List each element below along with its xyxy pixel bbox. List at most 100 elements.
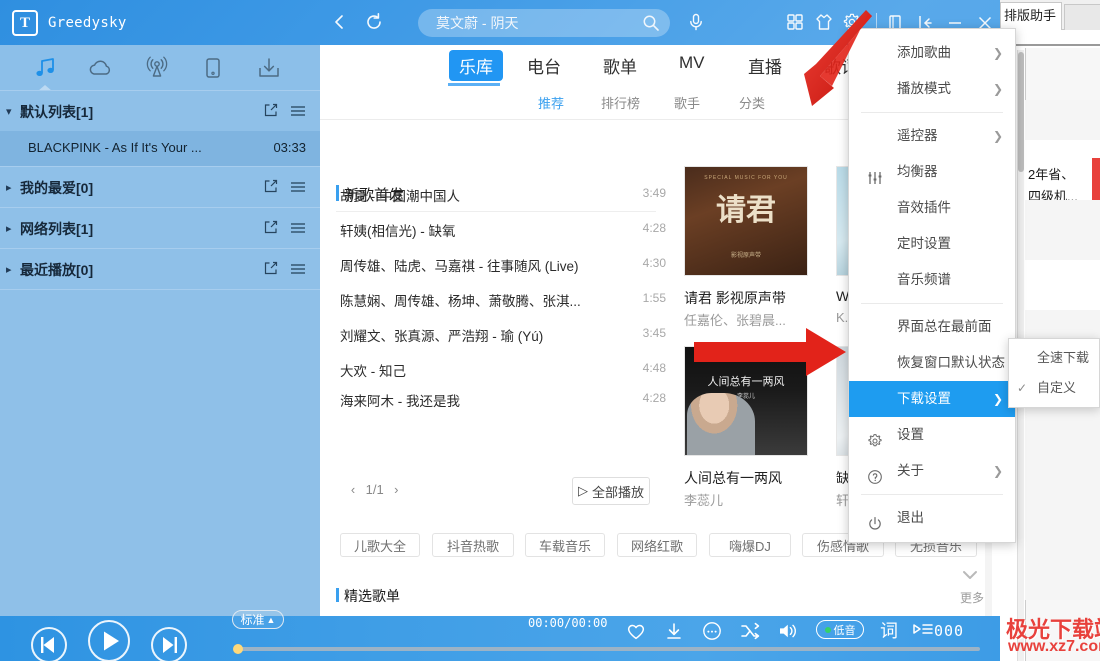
download-icon[interactable] [663,620,685,647]
download-tray-icon[interactable] [254,53,284,83]
menu-item-always-on-top[interactable]: 界面总在最前面 [849,309,1015,345]
tag-button[interactable]: 嗨爆DJ [709,533,791,557]
tab-live[interactable]: 直播 [748,53,782,78]
open-external-icon[interactable] [264,261,278,275]
previous-track-icon[interactable] [31,627,67,661]
sidebar-item-favorites[interactable]: ▸ 我的最爱[0] [0,167,320,207]
radio-signal-icon[interactable] [142,53,172,83]
sidebar-item-default-list[interactable]: ▾ 默认列表[1] [0,91,320,131]
menu-item-label: 音乐频谱 [897,272,951,287]
menu-separator [861,112,1003,113]
menu-item-spectrum[interactable]: 音乐频谱 [849,262,1015,298]
menu-item-equalizer[interactable]: 均衡器 [849,154,1015,190]
menu-item-timer-settings[interactable]: 定时设置 [849,226,1015,262]
tab-radio[interactable]: 电台 [527,53,561,78]
status-dot [824,626,831,633]
volume-icon[interactable] [777,620,799,647]
menu-item-about[interactable]: 关于 ❯ [849,453,1015,489]
playlist-song-row[interactable]: BLACKPINK - As If It's Your ... 03:33 [0,131,320,166]
background-tab[interactable]: 排版助手 [1000,2,1062,30]
tag-button[interactable]: 儿歌大全 [340,533,420,557]
song-list-item[interactable]: 轩姨(相信光) - 缺氧 4:28 [340,211,670,246]
background-scrollbar-thumb[interactable] [1018,52,1024,172]
sidebar-item-network-list[interactable]: ▸ 网络列表[1] [0,208,320,248]
open-external-icon[interactable] [264,220,278,234]
music-note-icon[interactable] [30,53,60,83]
section-accent-bar [336,588,339,602]
menu-item-remote-control[interactable]: 遥控器 ❯ [849,118,1015,154]
cloud-icon[interactable] [86,53,116,83]
chevron-right-icon[interactable]: ▸ [6,181,12,194]
chevron-right-icon[interactable]: ▸ [6,222,12,235]
lyrics-button[interactable]: 词 [880,620,898,642]
submenu-item-full-speed[interactable]: 全速下载 [1009,343,1099,373]
playlist-icon[interactable] [912,620,934,647]
menu-item-play-mode[interactable]: 播放模式 ❯ [849,71,1015,107]
skin-shirt-icon[interactable] [814,12,834,37]
menu-item-label: 遥控器 [897,128,938,143]
song-duration: 4:28 [642,391,666,405]
chevron-down-icon[interactable]: ▾ [6,105,12,118]
app-logo: T [12,10,38,36]
heart-icon[interactable] [625,620,647,647]
page-next-icon[interactable]: › [387,482,405,497]
chevron-right-icon[interactable]: ▸ [6,263,12,276]
search-icon[interactable] [642,14,660,32]
hamburger-menu-icon[interactable] [290,180,306,192]
song-title: 胡夏 - 中国潮中国人 [340,189,460,204]
more-circle-icon[interactable] [701,620,723,647]
seek-handle[interactable] [233,644,243,654]
tab-playlist[interactable]: 歌单 [603,53,637,78]
song-list-item[interactable]: 周传雄、陆虎、马嘉祺 - 往事随风 (Live) 4:30 [340,246,670,281]
tab-mv[interactable]: MV [679,53,705,73]
microphone-icon[interactable] [686,12,706,37]
subtab-category[interactable]: 分类 [739,93,765,112]
play-icon[interactable] [88,620,130,661]
sidebar-item-recent-played[interactable]: ▸ 最近播放[0] [0,249,320,289]
featured-more-link[interactable]: 更多 [960,589,984,606]
grid-apps-icon[interactable] [786,13,804,36]
chevron-down-icon[interactable] [962,568,978,585]
open-external-icon[interactable] [264,103,278,117]
song-list-item[interactable]: 胡夏 - 中国潮中国人 3:49 [340,176,670,211]
search-input[interactable] [436,9,626,37]
refresh-icon[interactable] [364,12,384,37]
play-all-button[interactable]: ▷ 全部播放 [572,477,650,505]
shuffle-icon[interactable] [739,620,761,647]
next-track-icon[interactable] [151,627,187,661]
hamburger-menu-icon[interactable] [290,221,306,233]
subtab-singer[interactable]: 歌手 [674,93,700,112]
gear-icon [867,427,883,447]
tag-button[interactable]: 网络红歌 [617,533,697,557]
search-box[interactable] [418,9,670,37]
tag-button[interactable]: 抖音热歌 [432,533,514,557]
menu-item-sound-plugin[interactable]: 音效插件 [849,190,1015,226]
device-icon[interactable] [198,53,228,83]
open-external-icon[interactable] [264,179,278,193]
menu-item-label: 界面总在最前面 [897,319,992,334]
hamburger-menu-icon[interactable] [290,104,306,116]
quality-selector[interactable]: 标准 ▲ [232,610,284,629]
menu-item-settings[interactable]: 设置 [849,417,1015,453]
page-prev-icon[interactable]: ‹ [344,482,362,497]
background-tab-empty[interactable] [1064,4,1100,30]
song-list-item[interactable]: 海来阿木 - 我还是我 4:28 [340,381,670,416]
menu-item-download-settings[interactable]: 下载设置 ❯ [849,381,1015,417]
menu-item-add-song[interactable]: 添加歌曲 ❯ [849,35,1015,71]
tab-lyrics[interactable]: 歌词 [824,53,848,78]
menu-item-restore-window[interactable]: 恢复窗口默认状态 [849,345,1015,381]
subtab-chart[interactable]: 排行榜 [601,93,640,112]
tag-button[interactable]: 车载音乐 [525,533,605,557]
submenu-item-custom[interactable]: ✓ 自定义 [1009,373,1099,403]
subtab-recommend[interactable]: 推荐 [538,93,564,112]
menu-item-label: 音效插件 [897,200,951,215]
chevron-left-icon[interactable] [330,12,350,37]
low-sound-label: 低音 [833,624,856,637]
song-list-item[interactable]: 刘耀文、张真源、严浩翔 - 瑜 (Yú) 3:45 [340,316,670,351]
low-sound-toggle[interactable]: 低音 [816,620,864,639]
song-list-item[interactable]: 陈慧娴、周传雄、杨坤、萧敬腾、张淇... 1:55 [340,281,670,316]
hamburger-menu-icon[interactable] [290,262,306,274]
seek-bar[interactable] [236,647,980,651]
menu-item-exit[interactable]: 退出 [849,500,1015,536]
tab-music-library[interactable]: 乐库 [449,50,503,81]
